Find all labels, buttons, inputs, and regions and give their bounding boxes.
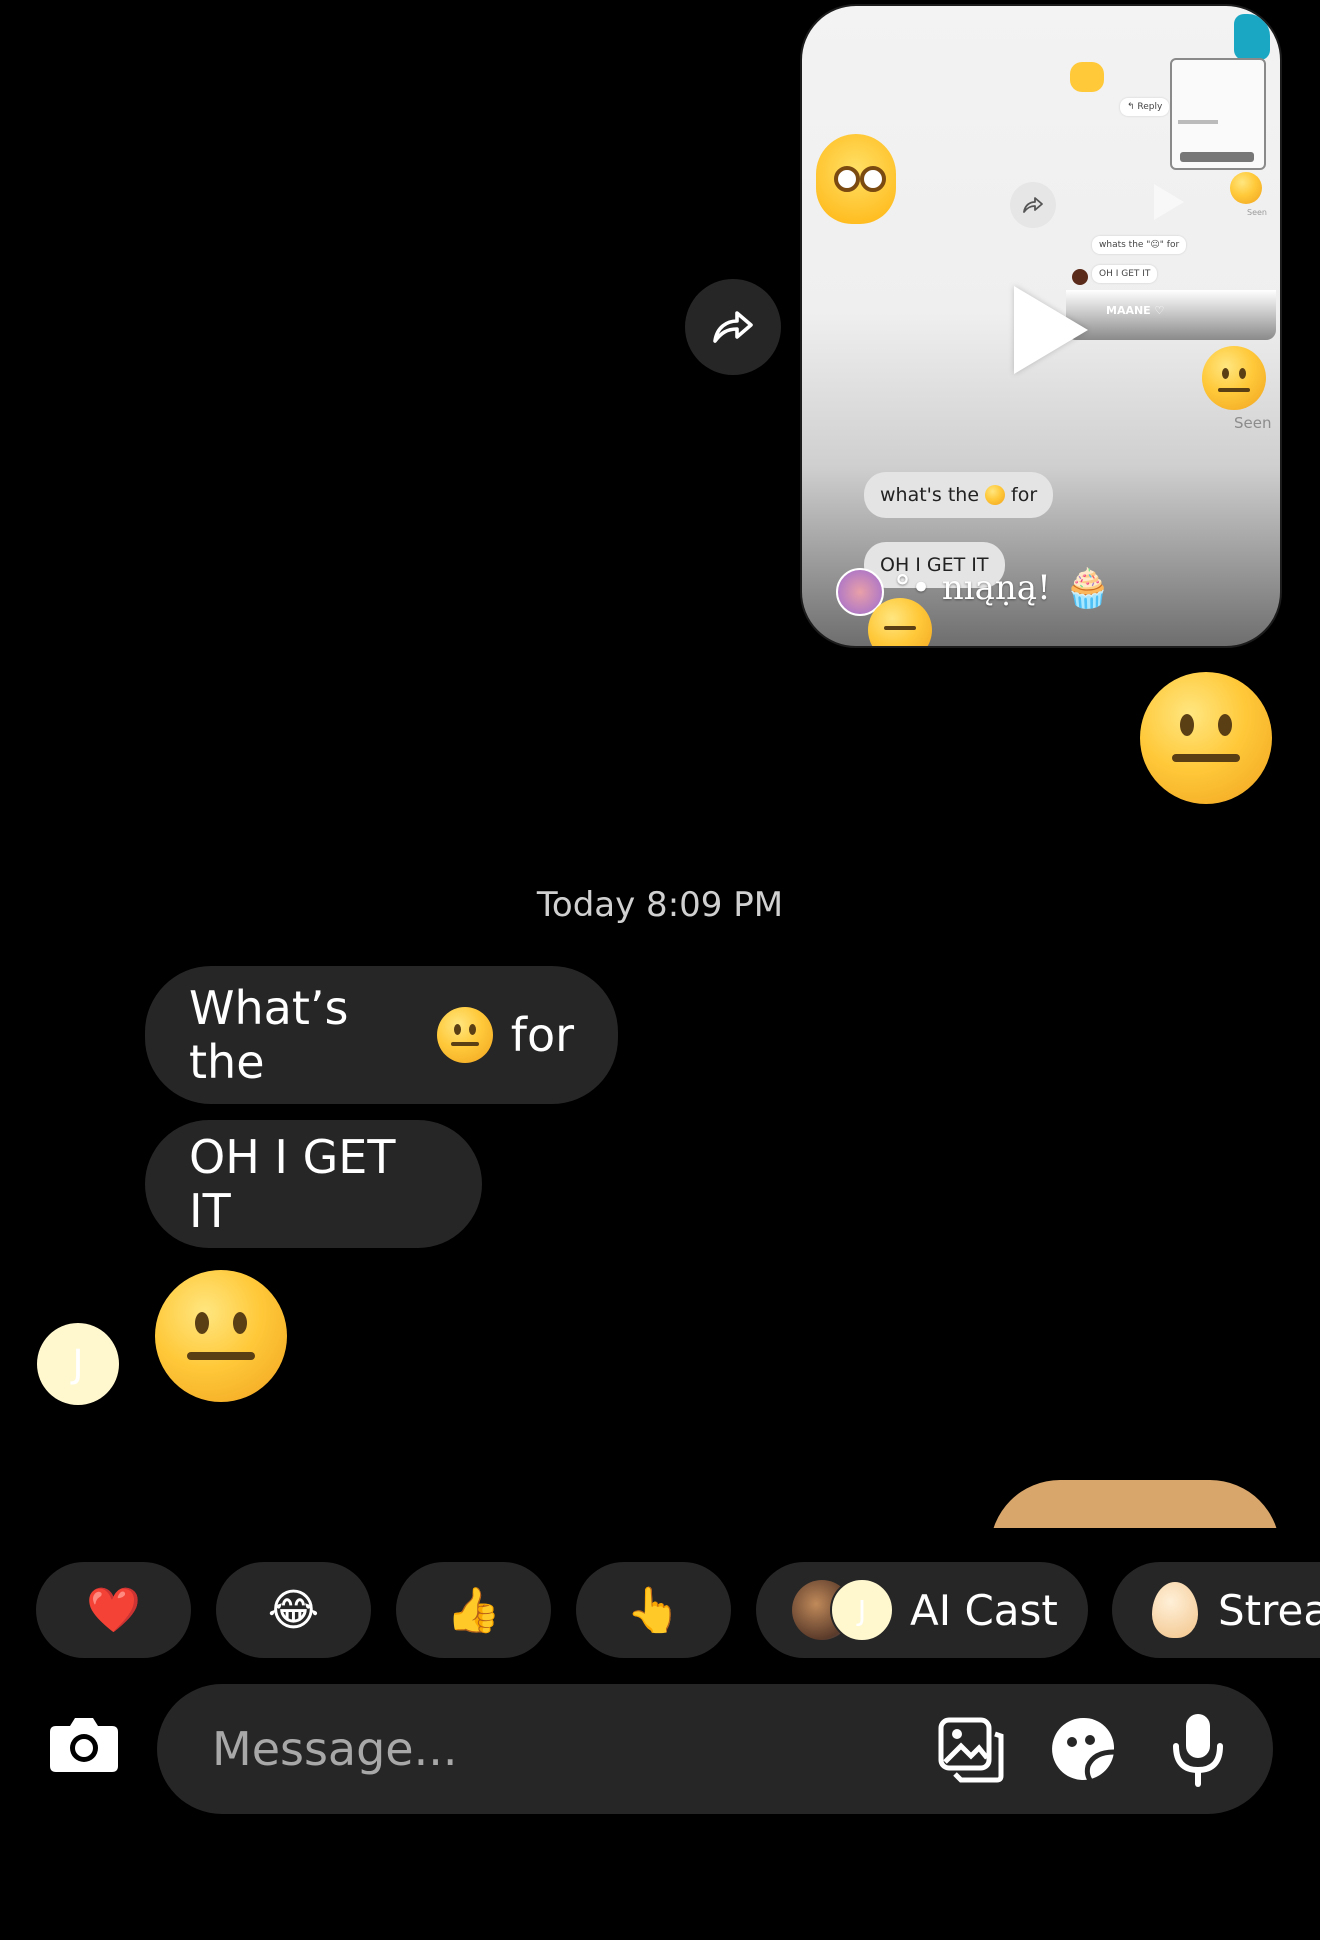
- neutral-face-inline-icon: [436, 1007, 493, 1063]
- quick-reply-heart[interactable]: ❤️: [36, 1562, 191, 1658]
- message-bubble-whats-the[interactable]: What’s the for: [145, 966, 618, 1104]
- mini-play-icon: [1154, 184, 1184, 220]
- sender-badge: 🧁: [1064, 566, 1112, 610]
- caption-message-1: what's the for: [864, 472, 1054, 518]
- heart-icon: ❤️: [86, 1585, 141, 1636]
- received-neutral-face-emoji: [155, 1270, 287, 1402]
- owl-sticker: [816, 134, 896, 224]
- camera-icon: [50, 1718, 118, 1772]
- gallery-icon: [938, 1717, 1004, 1783]
- ai-cast-button[interactable]: J AI Cast: [756, 1562, 1088, 1658]
- share-button[interactable]: [685, 279, 781, 375]
- quick-reply-thumbs-up[interactable]: 👍: [396, 1562, 551, 1658]
- sender-name: °• nıąṇą!: [894, 568, 1051, 608]
- nested-name-bar: MAANE ♡: [1066, 290, 1276, 340]
- stream-button[interactable]: Strea: [1112, 1562, 1320, 1658]
- egg-character-icon: [1152, 1582, 1198, 1638]
- message-text-suffix: for: [510, 1008, 574, 1062]
- neutral-face-mini: [1230, 172, 1262, 204]
- microphone-icon: [1173, 1714, 1223, 1787]
- camera-button[interactable]: [48, 1714, 120, 1774]
- shared-video-card[interactable]: ↰ Reply Seen whats the "😐" for OH I GET …: [800, 4, 1282, 648]
- tiny-name: MAANE ♡: [1106, 304, 1165, 317]
- owl-sticker-small: [1070, 62, 1104, 92]
- pointing-up-icon: 👆: [626, 1585, 681, 1636]
- sticker-button[interactable]: [1050, 1716, 1116, 1782]
- gallery-button[interactable]: [937, 1714, 1007, 1784]
- mini-share-icon: [1010, 182, 1056, 228]
- seen-label: Seen: [1234, 414, 1272, 432]
- quick-reply-point-up[interactable]: 👆: [576, 1562, 731, 1658]
- share-icon: [713, 311, 753, 343]
- tiny-message-2: OH I GET IT: [1092, 265, 1158, 283]
- play-icon[interactable]: [1014, 286, 1088, 374]
- avatar[interactable]: J: [37, 1323, 119, 1405]
- message-input[interactable]: Message...: [157, 1684, 1273, 1814]
- neutral-face-inside: [1202, 346, 1266, 410]
- tiny-reply-label: ↰ Reply: [1120, 98, 1170, 116]
- nested-screenshot: [1170, 58, 1266, 170]
- thumbs-up-icon: 👍: [446, 1585, 501, 1636]
- tiny-message-1: whats the "😐" for: [1092, 236, 1187, 254]
- timestamp: Today 8:09 PM: [536, 885, 784, 925]
- message-text-prefix: What’s the: [189, 981, 349, 1089]
- laughing-emoji-icon: 😂: [267, 1584, 320, 1636]
- stream-label: Strea: [1218, 1585, 1320, 1635]
- sent-neutral-face-emoji: [1140, 672, 1272, 804]
- microphone-button[interactable]: [1171, 1712, 1225, 1788]
- quick-reply-laugh[interactable]: 😂: [216, 1562, 371, 1658]
- caption-msg1-prefix: what's the: [880, 484, 980, 506]
- sticker-icon: [1052, 1717, 1115, 1782]
- message-placeholder: Message...: [212, 1722, 458, 1776]
- ai-cast-j-avatar: J: [830, 1578, 894, 1642]
- caption-msg1-suffix: for: [1011, 484, 1038, 506]
- tiny-seen: Seen: [1247, 208, 1267, 217]
- corner-accent: [1234, 14, 1270, 60]
- ai-cast-label: AI Cast: [910, 1585, 1058, 1635]
- tiny-avatar: [1072, 269, 1088, 285]
- neutral-face-small-icon: [985, 485, 1006, 505]
- message-bubble-oh-i-get-it[interactable]: OH I GET IT: [145, 1120, 482, 1248]
